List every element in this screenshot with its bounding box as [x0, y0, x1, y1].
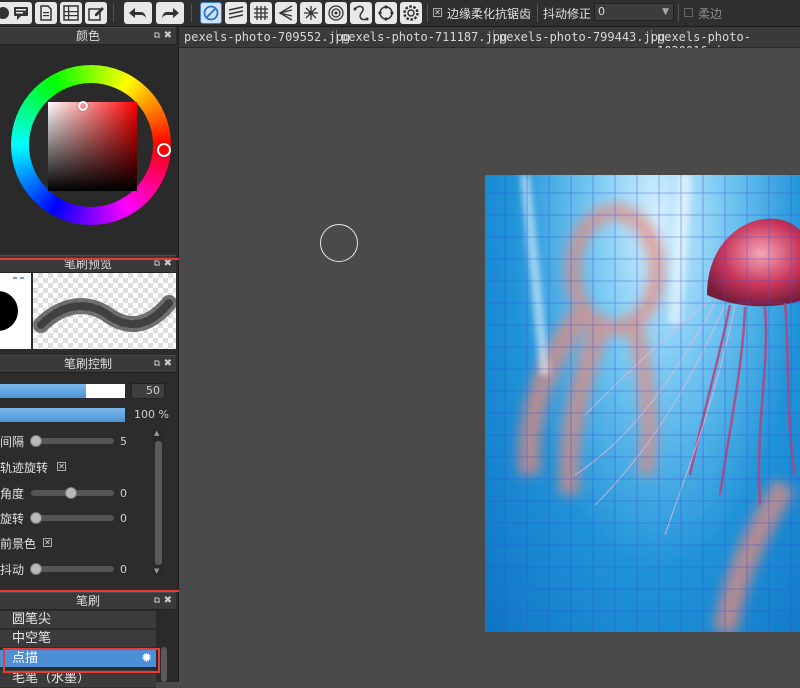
stabilizer-select[interactable]: 0 ▼ [594, 3, 674, 21]
radial-ruler-icon[interactable] [300, 2, 322, 24]
antialias-label: 边缘柔化抗锯齿 [447, 7, 532, 21]
close-icon[interactable]: ✖ [164, 593, 172, 609]
brushes-header: 笔刷 ⧉ ✖ [0, 592, 176, 610]
curve-ruler-icon[interactable] [350, 2, 372, 24]
hue-cursor[interactable] [157, 143, 171, 157]
color-picker [0, 45, 176, 253]
parallel-ruler-icon[interactable] [225, 2, 247, 24]
brush-item-round[interactable]: 圆笔尖 [0, 611, 156, 629]
ellipse-ruler-icon[interactable] [375, 2, 397, 24]
undock-icon[interactable]: ⧉ [154, 28, 160, 44]
undo-icon[interactable] [124, 2, 152, 24]
sv-cursor[interactable] [78, 101, 88, 111]
edit-grid-icon[interactable] [85, 2, 107, 24]
stipple-highlight [3, 648, 160, 673]
concentric-ruler-icon[interactable] [325, 2, 347, 24]
brush-cursor [320, 224, 358, 262]
no-ruler-icon[interactable] [200, 2, 222, 24]
perspective-ruler-icon[interactable] [275, 2, 297, 24]
tab-799443[interactable]: pexels-photo-799443.jpg [499, 30, 665, 44]
jellyfish-image[interactable] [485, 175, 800, 632]
chevron-down-icon: ▼ [662, 7, 669, 17]
toolbar: ✕ 边缘柔化抗锯齿 抖动修正 0 ▼ 柔边 [0, 0, 800, 27]
saturation-value-square[interactable] [48, 102, 137, 191]
comment-icon[interactable] [10, 2, 32, 24]
gear-icon[interactable] [400, 2, 422, 24]
soft-edge-checkbox[interactable] [684, 8, 693, 17]
close-icon[interactable]: ✖ [164, 28, 172, 44]
soft-edge-label: 柔边 [698, 7, 723, 21]
grid-ruler-icon[interactable] [250, 2, 272, 24]
brushes-title: 笔刷 [75, 594, 100, 608]
canvas-area[interactable] [179, 48, 800, 682]
brush-settings-highlight [0, 258, 196, 592]
tab-709552[interactable]: pexels-photo-709552.jpg [184, 30, 350, 44]
redo-icon[interactable] [156, 2, 184, 24]
photo-content [485, 175, 800, 632]
tab-711187[interactable]: pexels-photo-711187.jpg [341, 30, 507, 44]
document-tabs: pexels-photo-709552.jpg pexels-photo-711… [179, 27, 800, 58]
scroll-thumb[interactable] [161, 647, 167, 682]
antialias-checkbox[interactable]: ✕ [433, 8, 442, 17]
stabilizer-label: 抖动修正 [543, 7, 592, 21]
layers-list-icon[interactable] [60, 2, 82, 24]
undock-icon[interactable]: ⧉ [154, 593, 160, 609]
document-icon[interactable] [35, 2, 57, 24]
color-panel-title: 颜色 [75, 29, 100, 43]
brush-item-hollow[interactable]: 中空笔 [0, 630, 156, 648]
color-panel-header: 颜色 ⧉ ✖ [0, 27, 176, 45]
